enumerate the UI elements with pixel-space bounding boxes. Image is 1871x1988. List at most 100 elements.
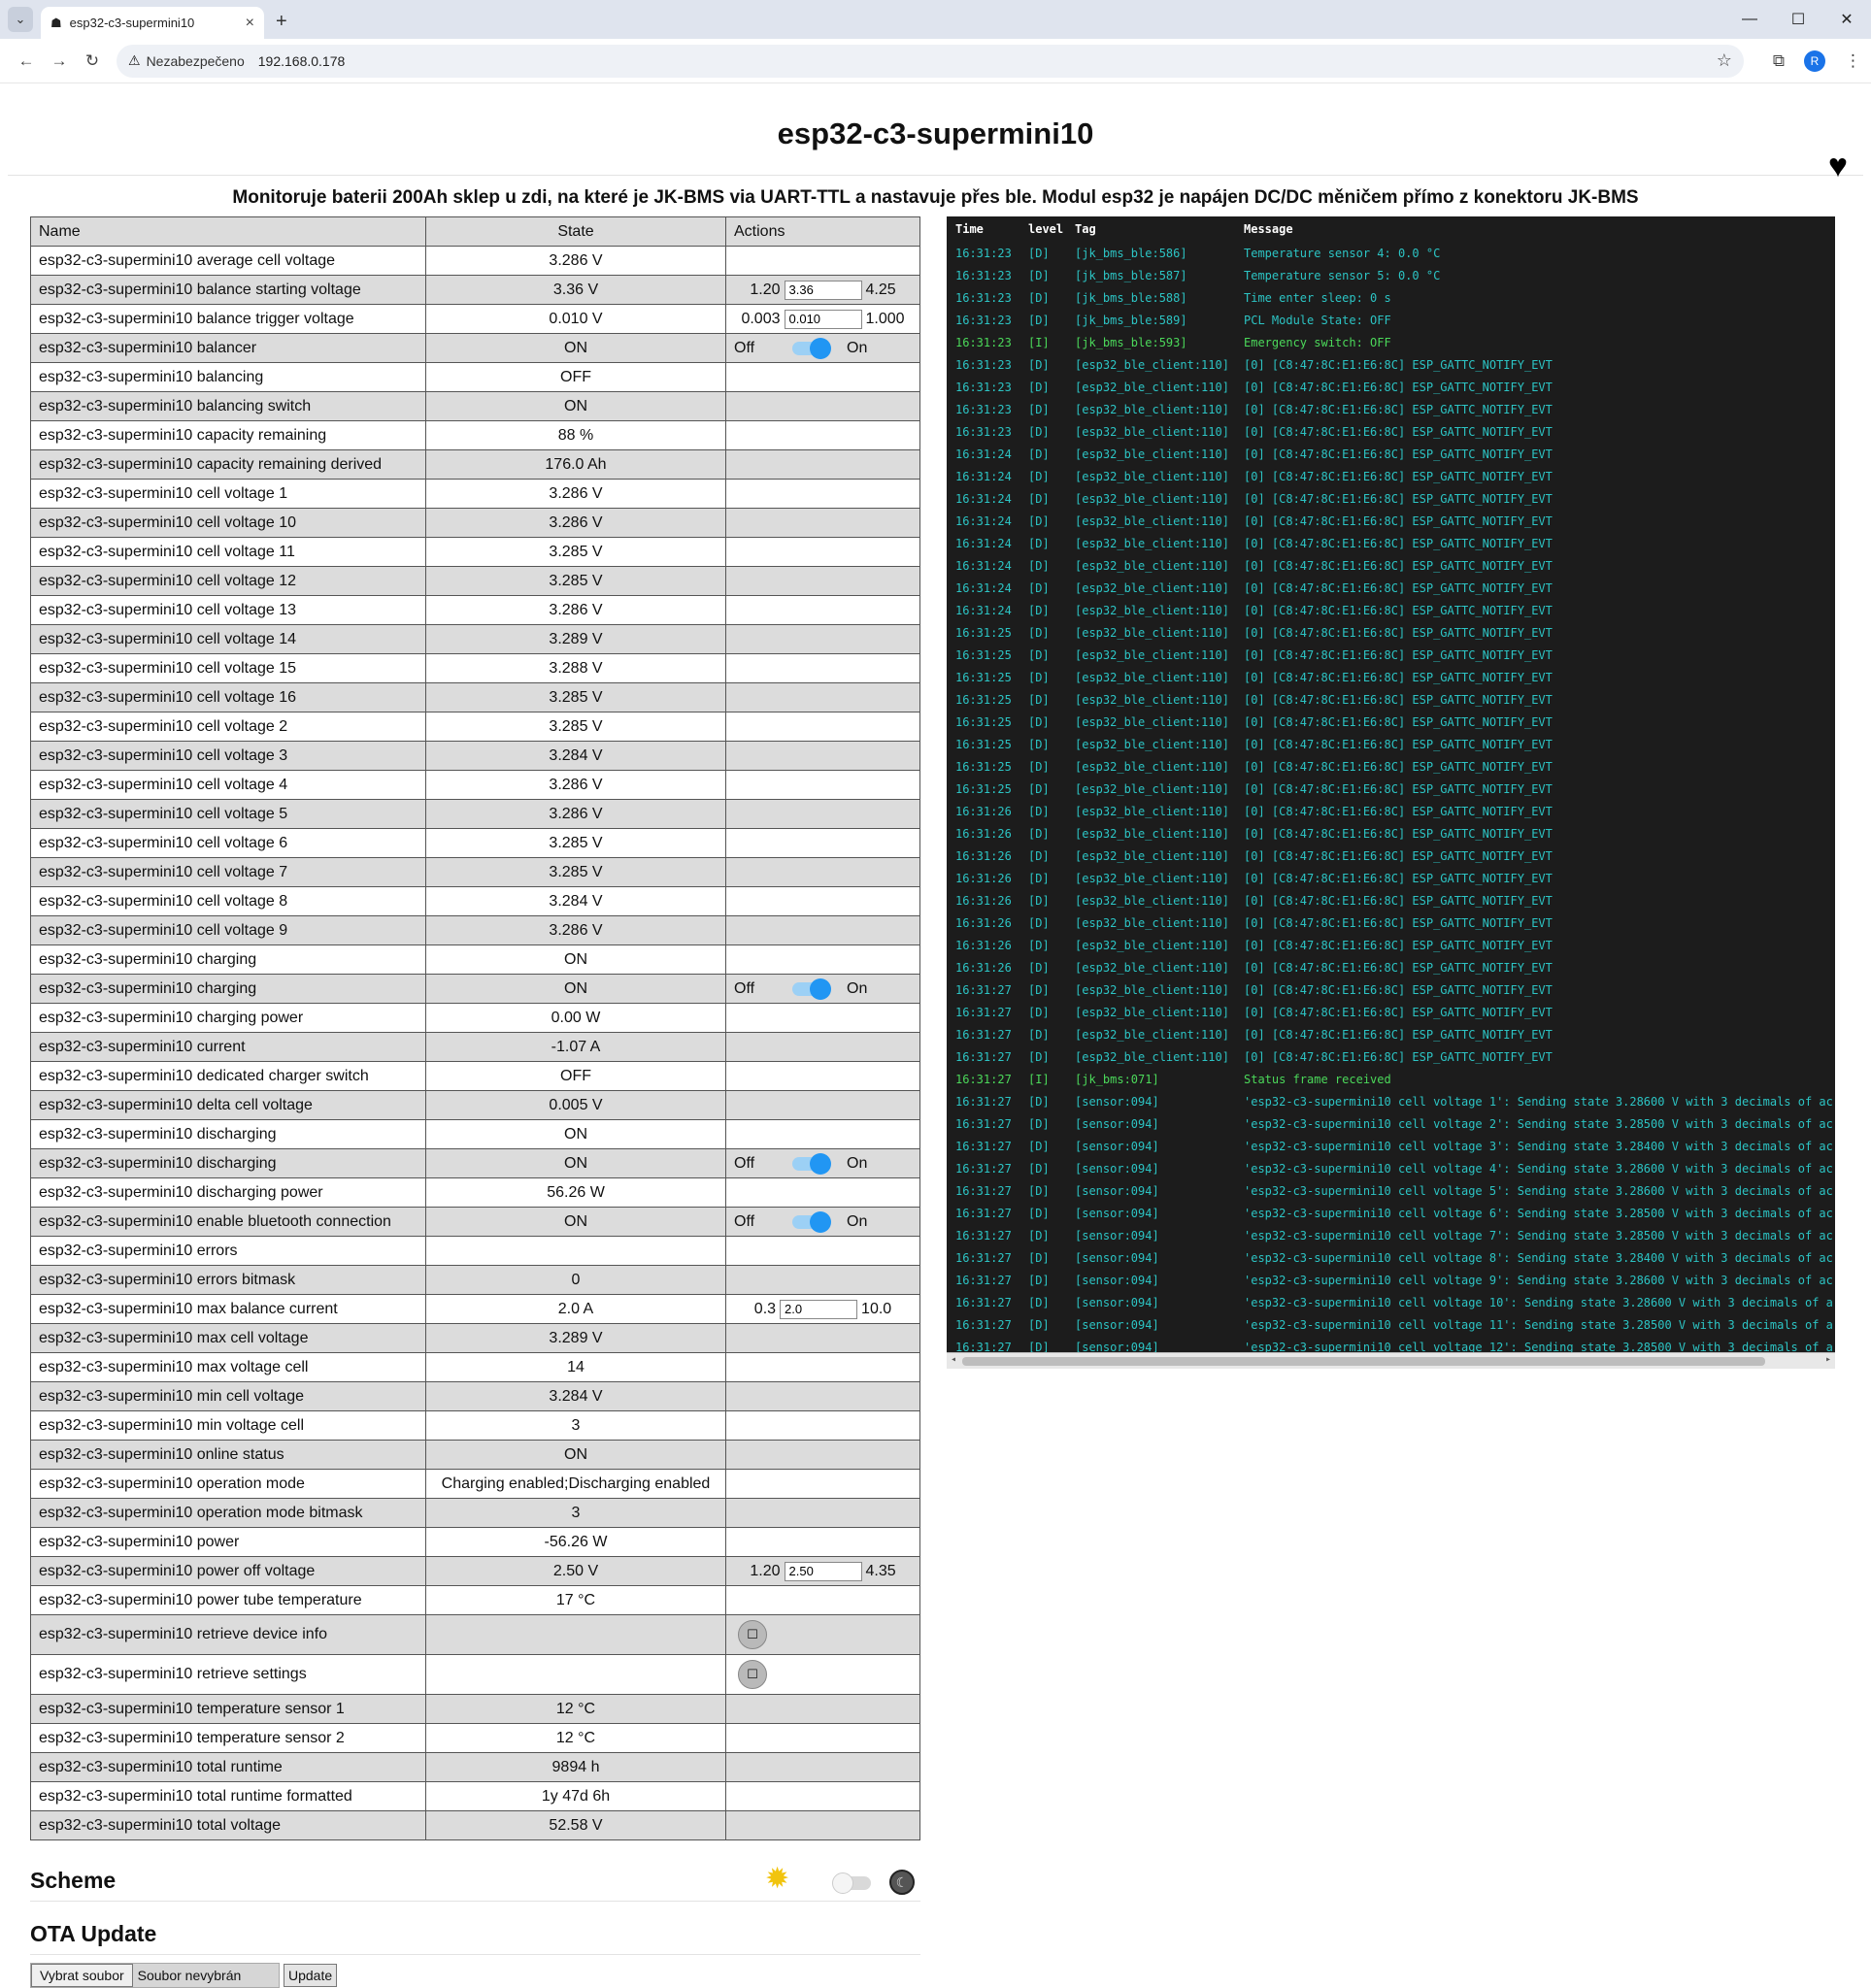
table-row: esp32-c3-supermini10 capacity remaining 8… — [30, 420, 920, 450]
log-level: [D] — [1028, 1049, 1050, 1064]
number-input[interactable] — [784, 1561, 862, 1581]
log-time: 16:31:23 — [955, 290, 1012, 305]
reload-icon[interactable]: ↻ — [76, 51, 109, 71]
scheme-toggle[interactable] — [832, 1872, 871, 1894]
log-line: 16:31:27 [D] [sensor:094] 'esp32-c3-supermi… — [947, 1202, 1835, 1224]
entity-actions — [725, 1352, 920, 1382]
extensions-icon[interactable]: ⧉ — [1773, 51, 1785, 71]
log-tag: [esp32_ble_client:110] — [1075, 447, 1229, 461]
log-line: 16:31:27 [D] [sensor:094] 'esp32-c3-supermi… — [947, 1135, 1835, 1157]
entity-name: esp32-c3-supermini10 errors — [30, 1236, 426, 1266]
log-tag: [sensor:094] — [1075, 1139, 1159, 1153]
table-row: esp32-c3-supermini10 cell voltage 2 3.285… — [30, 712, 920, 742]
log-message: [0] [C8:47:8C:E1:E6:8C] ESP_GATTC_NOTIFY… — [1244, 915, 1553, 930]
log-level: [D] — [1028, 1005, 1050, 1019]
scrollbar-thumb[interactable] — [962, 1357, 1765, 1366]
log-panel[interactable]: Time level Tag Message 16:31:23 [D] [jk_bm… — [947, 216, 1835, 1369]
log-message: [0] [C8:47:8C:E1:E6:8C] ESP_GATTC_NOTIFY… — [1244, 714, 1553, 729]
log-message: 'esp32-c3-supermini10 cell voltage 2': S… — [1244, 1116, 1833, 1131]
update-button[interactable]: Update — [284, 1964, 338, 1987]
entity-name: esp32-c3-supermini10 max balance current — [30, 1294, 426, 1324]
file-input[interactable]: Vybrat soubor Soubor nevybrán — [30, 1963, 280, 1988]
url-field[interactable]: ⚠ Nezabezpečeno 192.168.0.178 ☆ — [117, 44, 1744, 78]
entity-actions — [725, 449, 920, 480]
log-tag: [esp32_ble_client:110] — [1075, 982, 1229, 997]
entity-actions — [725, 1032, 920, 1062]
table-row: esp32-c3-supermini10 retrieve settings ☐ — [30, 1654, 920, 1695]
toggle-switch[interactable] — [792, 337, 831, 359]
table-row: esp32-c3-supermini10 total runtime forma… — [30, 1781, 920, 1811]
scroll-right-icon[interactable]: ▸ — [1825, 1354, 1831, 1365]
toggle-knob — [810, 1210, 831, 1233]
sun-icon[interactable]: ✹ — [765, 1862, 789, 1896]
entity-actions: ☐ — [725, 1614, 920, 1655]
browser-tab[interactable]: ☗ esp32-c3-supermini10 × — [41, 7, 264, 39]
kebab-menu-icon[interactable]: ⋮ — [1845, 51, 1861, 71]
number-min: 0.3 — [753, 1300, 777, 1317]
toggle-switch[interactable] — [792, 1210, 831, 1233]
press-button[interactable]: ☐ — [738, 1660, 767, 1689]
entity-name: esp32-c3-supermini10 charging — [30, 944, 426, 975]
log-message: [0] [C8:47:8C:E1:E6:8C] ESP_GATTC_NOTIFY… — [1244, 982, 1553, 997]
back-icon[interactable]: ← — [10, 51, 43, 71]
plus-icon[interactable]: + — [276, 11, 287, 33]
moon-icon[interactable]: ☾ — [889, 1870, 915, 1895]
log-level: [D] — [1028, 357, 1050, 372]
minimize-icon[interactable]: — — [1725, 0, 1774, 39]
log-time: 16:31:27 — [955, 1049, 1012, 1064]
log-header-level: level — [1028, 222, 1064, 236]
number-input[interactable] — [780, 1299, 858, 1319]
number-input[interactable] — [784, 309, 862, 329]
entity-actions — [725, 1723, 920, 1753]
log-time: 16:31:25 — [955, 625, 1012, 640]
toggle-switch[interactable] — [792, 1152, 831, 1175]
address-bar: ← → ↻ ⚠ Nezabezpečeno 192.168.0.178 ☆ ⧉ … — [0, 39, 1871, 83]
log-line: 16:31:27 [D] [sensor:094] 'esp32-c3-supermi… — [947, 1157, 1835, 1179]
entity-state: 3 — [425, 1410, 726, 1441]
entity-name: esp32-c3-supermini10 total runtime — [30, 1752, 426, 1782]
log-time: 16:31:23 — [955, 335, 1012, 349]
toggle-switch[interactable] — [792, 977, 831, 1000]
table-row: esp32-c3-supermini10 cell voltage 4 3.286… — [30, 770, 920, 800]
maximize-icon[interactable]: ☐ — [1774, 0, 1822, 39]
log-header-tag: Tag — [1075, 222, 1096, 236]
log-message: [0] [C8:47:8C:E1:E6:8C] ESP_GATTC_NOTIFY… — [1244, 1049, 1553, 1064]
table-row: esp32-c3-supermini10 dedicated charger s… — [30, 1061, 920, 1091]
window-close-icon[interactable]: ✕ — [1822, 0, 1871, 39]
switch-off-label: Off — [734, 339, 755, 356]
number-input[interactable] — [784, 280, 862, 300]
ota-title: OTA Update — [30, 1921, 157, 1946]
entity-actions — [725, 1177, 920, 1208]
entity-state: 3.286 V — [425, 246, 726, 276]
scroll-left-icon[interactable]: ◂ — [951, 1354, 956, 1365]
entity-name: esp32-c3-supermini10 delta cell voltage — [30, 1090, 426, 1120]
log-time: 16:31:23 — [955, 246, 1012, 260]
press-button[interactable]: ☐ — [738, 1620, 767, 1649]
forward-icon[interactable]: → — [43, 51, 76, 71]
entity-state: ON — [425, 974, 726, 1004]
entity-state: 3.284 V — [425, 1381, 726, 1411]
log-time: 16:31:27 — [955, 1206, 1012, 1220]
log-time: 16:31:24 — [955, 558, 1012, 573]
avatar[interactable]: R — [1804, 50, 1825, 72]
log-tag: [esp32_ble_client:110] — [1075, 737, 1229, 751]
switch-control: Off On — [734, 1152, 912, 1175]
star-icon[interactable]: ☆ — [1717, 50, 1732, 71]
entity-actions: Off On — [725, 974, 920, 1004]
log-tag: [esp32_ble_client:110] — [1075, 603, 1229, 617]
log-level: [D] — [1028, 402, 1050, 416]
log-horizontal-scrollbar[interactable]: ◂ ▸ — [947, 1352, 1835, 1369]
log-level: [D] — [1028, 848, 1050, 863]
close-icon[interactable]: × — [246, 15, 254, 32]
log-tag: [esp32_ble_client:110] — [1075, 402, 1229, 416]
entity-state: 3.36 V — [425, 275, 726, 305]
entity-state: 3.285 V — [425, 712, 726, 742]
choose-file-button[interactable]: Vybrat soubor — [31, 1964, 133, 1987]
chevron-down-icon[interactable]: ⌄ — [8, 7, 33, 32]
table-row: esp32-c3-supermini10 cell voltage 13 3.28… — [30, 595, 920, 625]
log-time: 16:31:27 — [955, 1072, 1012, 1086]
entity-actions: Off On — [725, 333, 920, 363]
log-tag: [jk_bms_ble:588] — [1075, 290, 1187, 305]
entity-name: esp32-c3-supermini10 retrieve settings — [30, 1654, 426, 1695]
entity-actions — [725, 886, 920, 916]
